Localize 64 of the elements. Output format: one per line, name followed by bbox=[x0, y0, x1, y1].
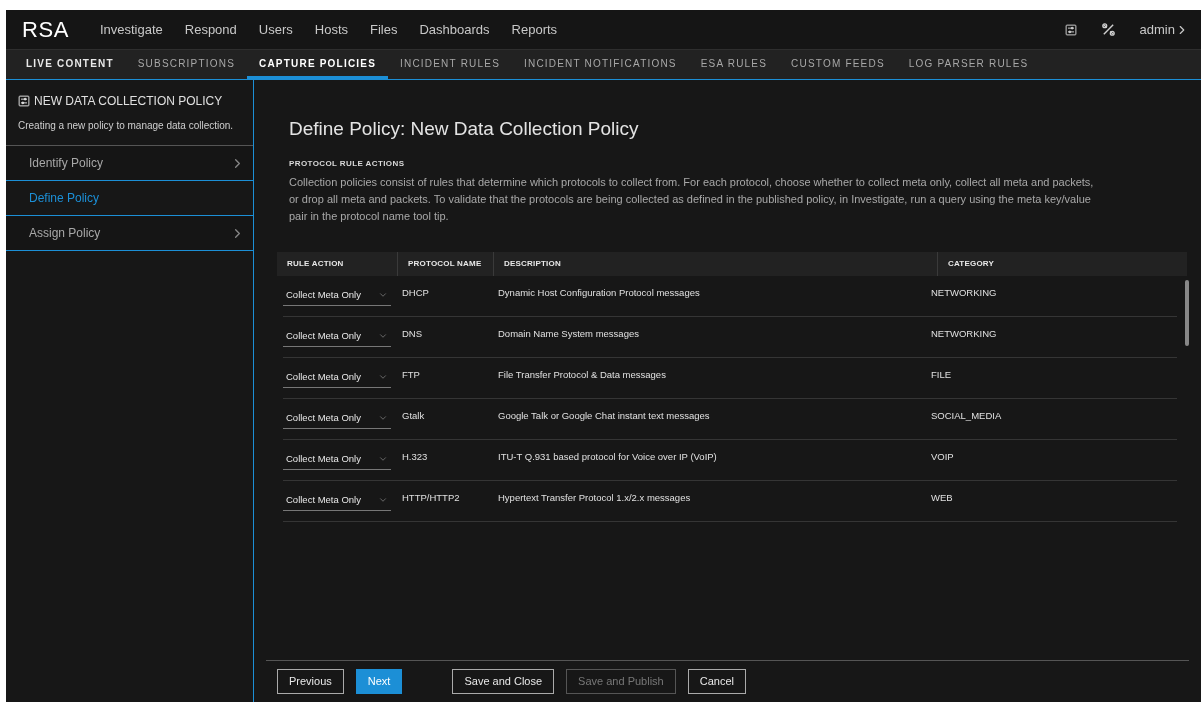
chevron-down-icon bbox=[378, 413, 388, 423]
nav-link[interactable]: Users bbox=[258, 19, 293, 40]
table-cell: SOCIAL_MEDIA bbox=[931, 409, 1002, 421]
footer-button[interactable]: Next bbox=[355, 669, 403, 694]
chevron-down-icon bbox=[378, 372, 388, 382]
rule-action-dropdown[interactable]: Collect Meta Only bbox=[283, 367, 391, 388]
nav-link[interactable]: Hosts bbox=[314, 19, 348, 40]
section-tab[interactable]: LOG PARSER RULES bbox=[896, 50, 1041, 79]
page-title: Define Policy: New Data Collection Policy bbox=[289, 117, 640, 141]
table-cell: File Transfer Protocol & Data messages bbox=[498, 368, 666, 380]
chevron-down-icon bbox=[378, 495, 388, 505]
policy-title: NEW DATA COLLECTION POLICY bbox=[34, 93, 223, 110]
tools-icon[interactable] bbox=[1100, 22, 1116, 37]
rule-action-dropdown[interactable]: Collect Meta Only bbox=[283, 326, 391, 347]
section-tab[interactable]: ESA RULES bbox=[688, 50, 780, 79]
footer-button[interactable]: Cancel bbox=[687, 669, 746, 694]
policy-icon bbox=[18, 95, 30, 107]
nav-link[interactable]: Respond bbox=[184, 19, 237, 40]
section-heading: PROTOCOL RULE ACTIONS bbox=[289, 157, 406, 170]
table-cell: Domain Name System messages bbox=[498, 327, 639, 339]
nav-link[interactable]: Dashboards bbox=[419, 19, 490, 40]
logo[interactable]: RSA bbox=[22, 13, 69, 46]
nav-link[interactable]: Files bbox=[370, 19, 398, 40]
footer-button[interactable]: Save and Close bbox=[452, 669, 555, 694]
policy-icon bbox=[1064, 23, 1077, 36]
table-cell: WEB bbox=[931, 491, 953, 503]
section-tab[interactable]: LIVE CONTENT bbox=[14, 50, 126, 79]
table-cell: Hypertext Transfer Protocol 1.x/2.x messages bbox=[498, 491, 691, 503]
section-tab[interactable]: SUBSCRIPTIONS bbox=[125, 50, 248, 79]
chevron-down-icon bbox=[378, 331, 388, 341]
description-text: Collection policies consist of rules that determine which protocols to collect from. For each protocol, choose whether to collect meta only, collect all meta and packets, or drop all meta and packets. To validate that the protocols are being collected as defined in the published policy, in Investigate, run a query using the meta key/value pair in the protocol name tool tip. bbox=[289, 174, 1095, 224]
section-tab[interactable]: INCIDENT RULES bbox=[388, 50, 512, 79]
table-cell: Gtalk bbox=[402, 409, 425, 421]
rule-action-dropdown[interactable]: Collect Meta Only bbox=[283, 449, 391, 470]
table-cell: FILE bbox=[931, 368, 952, 380]
table-cell: HTTP/HTTP2 bbox=[402, 491, 460, 503]
table-cell: NETWORKING bbox=[931, 327, 997, 339]
policy-subtitle: Creating a new policy to manage data collection. bbox=[18, 119, 235, 133]
table-cell: H.323 bbox=[402, 450, 428, 462]
table-cell: NETWORKING bbox=[931, 286, 997, 298]
table-cell: Google Talk or Google Chat instant text messages bbox=[498, 409, 710, 421]
nav-link[interactable]: Reports bbox=[511, 19, 558, 40]
table-cell: ITU-T Q.931 based protocol for Voice over IP (VoIP) bbox=[498, 450, 717, 462]
column-header: DESCRIPTION bbox=[504, 257, 561, 270]
table-cell: Dynamic Host Configuration Protocol messages bbox=[498, 286, 700, 298]
chevron-down-icon bbox=[378, 454, 388, 464]
rule-action-dropdown[interactable]: Collect Meta Only bbox=[283, 490, 391, 511]
column-header: PROTOCOL NAME bbox=[408, 257, 482, 270]
section-tab[interactable]: CUSTOM FEEDS bbox=[779, 50, 897, 79]
footer-button[interactable]: Previous bbox=[277, 669, 344, 694]
scrollbar-thumb[interactable] bbox=[1185, 279, 1189, 346]
chevron-down-icon bbox=[378, 290, 388, 300]
section-tab[interactable]: CAPTURE POLICIES bbox=[247, 50, 389, 79]
rule-action-dropdown[interactable]: Collect Meta Only bbox=[283, 408, 391, 429]
table-cell: DHCP bbox=[402, 286, 429, 298]
section-tab[interactable]: INCIDENT NOTIFICATIONS bbox=[512, 50, 689, 79]
table-cell: VOIP bbox=[931, 450, 954, 462]
table-cell: FTP bbox=[402, 368, 420, 380]
nav-link[interactable]: Investigate bbox=[99, 19, 163, 40]
table-cell: DNS bbox=[402, 327, 423, 339]
rule-action-dropdown[interactable]: Collect Meta Only bbox=[283, 285, 391, 306]
user-menu[interactable]: admin bbox=[1139, 19, 1189, 40]
column-header: CATEGORY bbox=[948, 257, 995, 270]
column-header: RULE ACTION bbox=[287, 257, 344, 270]
